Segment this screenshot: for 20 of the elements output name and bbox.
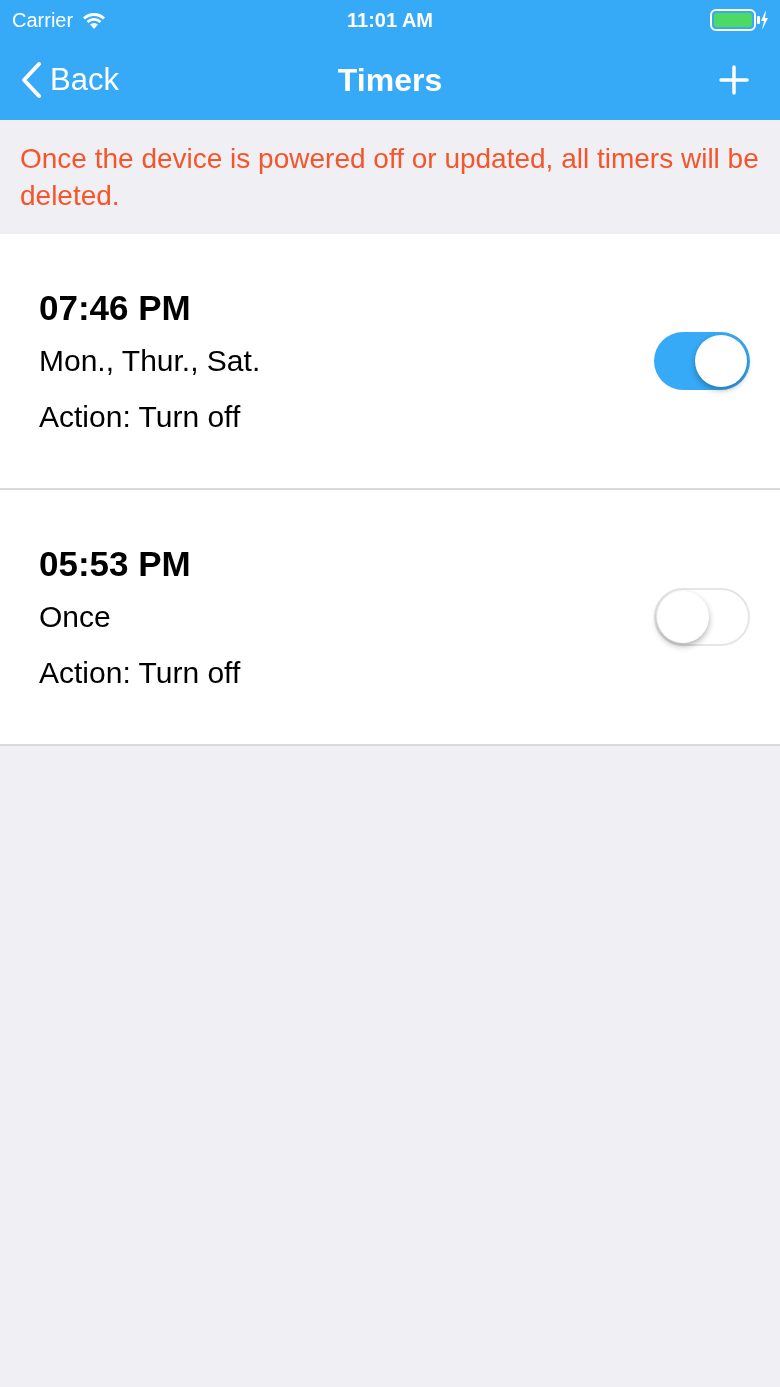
timer-action: Action: Turn off bbox=[39, 655, 241, 691]
toggle-knob bbox=[695, 335, 747, 387]
timer-days: Once bbox=[39, 599, 241, 635]
chevron-left-icon bbox=[20, 61, 42, 99]
toggle-knob bbox=[657, 591, 709, 643]
carrier-label: Carrier bbox=[12, 8, 74, 33]
timer-action: Action: Turn off bbox=[39, 399, 242, 435]
warning-text: Once the device is powered off or updated, all timers will be deleted. bbox=[19, 142, 760, 213]
clock-label: 11:01 AM bbox=[347, 8, 433, 33]
add-button[interactable] bbox=[716, 62, 752, 98]
timer-toggle[interactable] bbox=[654, 588, 750, 646]
battery-icon bbox=[710, 9, 768, 31]
plus-icon bbox=[719, 65, 749, 95]
timer-toggle[interactable] bbox=[654, 332, 750, 390]
timer-time: 05:53 PM bbox=[39, 543, 192, 585]
back-button[interactable]: Back bbox=[20, 56, 220, 104]
wifi-icon bbox=[81, 11, 108, 29]
timer-days: Mon., Thur., Sat. bbox=[39, 343, 261, 379]
screen-title: Timers bbox=[337, 61, 443, 100]
timer-time: 07:46 PM bbox=[39, 287, 192, 329]
